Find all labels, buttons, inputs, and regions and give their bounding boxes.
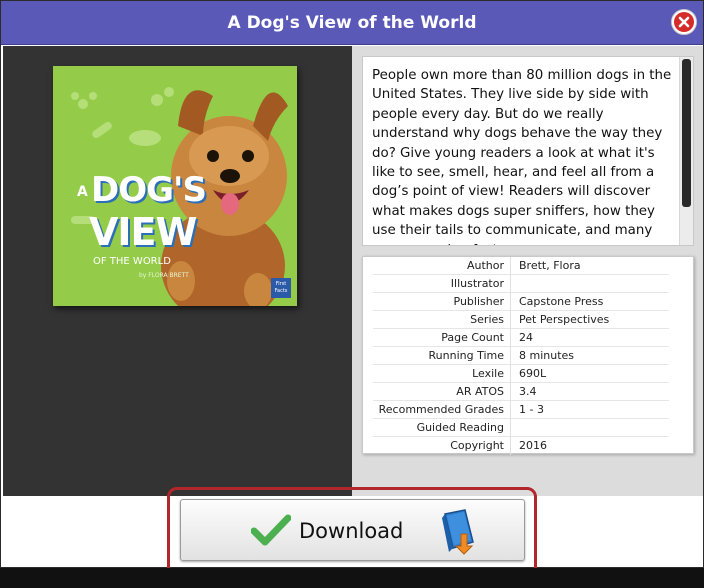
cover-title-a: A: [77, 184, 88, 200]
details-value: 8 minutes: [519, 349, 575, 362]
details-row-illustrator: Illustrator: [373, 275, 669, 293]
details-row-publisher: Publisher Capstone Press: [373, 293, 669, 311]
cover-title-world: OF THE WORLD: [93, 256, 171, 267]
info-pane: People own more than 80 million dogs in …: [352, 46, 703, 496]
book-details: Author Brett, Flora Illustrator Publishe…: [362, 256, 694, 455]
details-label: AR ATOS: [373, 383, 511, 401]
details-label: Author: [373, 257, 511, 275]
checkmark-icon: [251, 514, 291, 546]
close-icon: [674, 12, 694, 32]
details-value: 3.4: [519, 385, 537, 398]
details-label: Lexile: [373, 365, 511, 383]
details-label: Page Count: [373, 329, 511, 347]
scrollbar-thumb[interactable]: [682, 59, 691, 207]
details-value: Pet Perspectives: [519, 313, 610, 326]
details-row-guided-reading: Guided Reading: [373, 419, 669, 437]
bottom-bar: [0, 568, 704, 588]
details-label: Illustrator: [373, 275, 511, 293]
book-dialog: A Dog's View of the World A DOG'S VIEW O…: [0, 0, 704, 568]
details-value: [519, 275, 669, 293]
publisher-badge: First Facts: [271, 278, 291, 298]
details-row-author: Author Brett, Flora: [373, 257, 669, 275]
close-button[interactable]: [671, 9, 697, 35]
details-value: 2016: [519, 439, 547, 452]
details-row-grades: Recommended Grades 1 - 3: [373, 401, 669, 419]
cover-title-view: VIEW: [89, 210, 197, 254]
cover-title-dogs: DOG'S: [91, 170, 207, 210]
details-row-ar-atos: AR ATOS 3.4: [373, 383, 669, 401]
details-row-lexile: Lexile 690L: [373, 365, 669, 383]
details-value: 690L: [519, 367, 547, 380]
details-label: Recommended Grades: [373, 401, 511, 419]
download-button[interactable]: Download: [180, 499, 525, 561]
details-row-series: Series Pet Perspectives: [373, 311, 669, 329]
details-value: 1 - 3: [519, 403, 544, 416]
cover-pane: A DOG'S VIEW OF THE WORLD by FLORA BRETT…: [3, 46, 352, 496]
download-label: Download: [299, 519, 404, 543]
cover-author: by FLORA BRETT: [139, 272, 189, 279]
title-bar: A Dog's View of the World: [1, 1, 703, 45]
book-description: People own more than 80 million dogs in …: [372, 68, 672, 245]
dialog-title: A Dog's View of the World: [227, 13, 477, 33]
details-value: 24: [519, 331, 533, 344]
details-value: Capstone Press: [519, 295, 604, 308]
details-value: Brett, Flora: [519, 259, 581, 272]
description-scrollbar[interactable]: [679, 57, 693, 245]
details-value: [519, 419, 669, 437]
details-row-running-time: Running Time 8 minutes: [373, 347, 669, 365]
details-label: Publisher: [373, 293, 511, 311]
book-download-icon: [442, 509, 474, 555]
details-row-copyright: Copyright 2016: [373, 437, 669, 455]
details-row-page-count: Page Count 24: [373, 329, 669, 347]
description-box: People own more than 80 million dogs in …: [362, 56, 694, 246]
details-label: Guided Reading: [373, 419, 511, 437]
details-label: Series: [373, 311, 511, 329]
book-cover: A DOG'S VIEW OF THE WORLD by FLORA BRETT…: [53, 66, 297, 306]
details-label: Copyright: [373, 437, 511, 455]
details-label: Running Time: [373, 347, 511, 365]
